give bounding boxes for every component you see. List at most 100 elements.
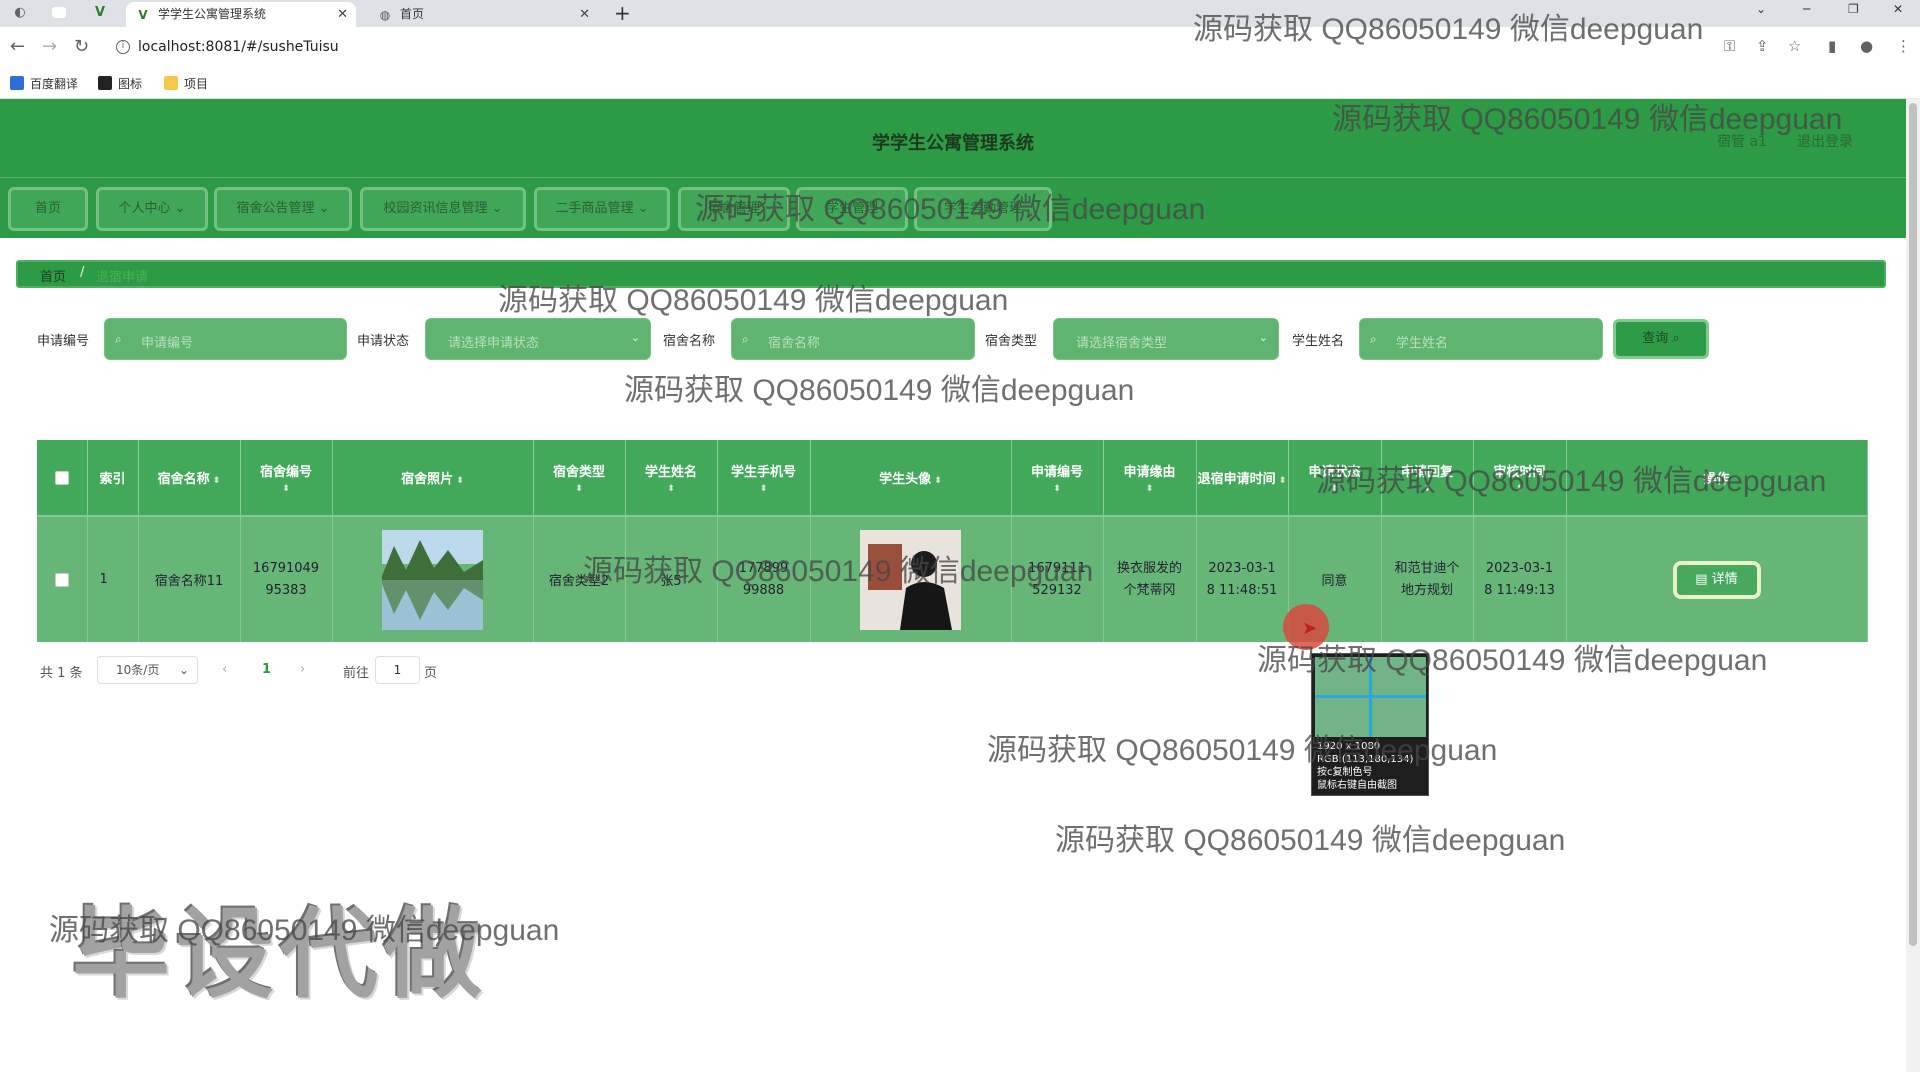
sort-icon[interactable]: ⬍ [667, 484, 675, 494]
browser-tab-active[interactable]: V 学学生公寓管理系统 ✕ [126, 2, 356, 27]
search-icon: ⌕ [1370, 332, 1377, 346]
sort-icon[interactable]: ⬍ [931, 476, 942, 486]
bookmark-baidu-translate[interactable]: 百度翻译 [10, 76, 78, 92]
chevron-down-icon: ⌄ [487, 201, 503, 216]
share-icon[interactable]: ⇪ [1756, 38, 1769, 54]
bookmark-project-folder[interactable]: 项目 [164, 76, 208, 92]
cell-index: 1 [87, 516, 139, 642]
key-icon[interactable]: ⚿ [1724, 38, 1735, 54]
search-button[interactable]: 查询 ⌕ [1613, 319, 1709, 359]
tab-close-icon[interactable]: ✕ [579, 2, 590, 27]
sort-icon[interactable]: ⬍ [1053, 484, 1061, 494]
column-header[interactable]: 宿舍名称 ⬍ [138, 440, 241, 517]
forward-arrow-icon[interactable]: → [42, 37, 57, 57]
globe-icon: ◍ [379, 8, 391, 22]
watermark-text: 源码获取 QQ86050149 微信deepguan [498, 284, 1009, 317]
menu-dorm-notice[interactable]: 宿舍公告管理 ⌄ [214, 187, 352, 231]
watermark-text: 源码获取 QQ86050149 微信deepguan [987, 734, 1498, 767]
student-name-input[interactable]: ⌕ 学生姓名 [1359, 318, 1603, 360]
column-header[interactable]: 宿舍编号 ⬍ [240, 440, 333, 517]
cell-apply-time: 2023-03-18 11:48:51 [1196, 516, 1289, 642]
goto-page-input[interactable]: 1 [375, 656, 420, 684]
translate-icon [10, 76, 24, 90]
column-header[interactable]: 学生手机号 ⬍ [717, 440, 811, 517]
sort-icon[interactable]: ⬍ [1276, 476, 1287, 486]
menu-second-hand[interactable]: 二手商品管理 ⌄ [534, 187, 670, 231]
vue-tab-icon[interactable]: V [92, 5, 108, 21]
menu-personal-center[interactable]: 个人中心 ⌄ [96, 187, 208, 231]
watermark-text: 源码获取 QQ86050149 微信deepguan [1316, 465, 1827, 498]
side-panel-icon[interactable]: ▮ [1828, 38, 1836, 54]
scrollbar-thumb[interactable] [1909, 103, 1917, 946]
cell-dorm-photo [332, 516, 534, 642]
row-select-cell [37, 516, 88, 642]
bookmark-icons[interactable]: 图标 [98, 76, 142, 92]
breadcrumb-home[interactable]: 首页 [40, 266, 66, 285]
tab-placeholder-icon[interactable] [52, 7, 66, 18]
tab-title: 学学生公寓管理系统 [158, 7, 267, 21]
more-menu-icon[interactable]: ⋮ [1896, 38, 1911, 54]
browser-tab-home[interactable]: ◍ 首页 ✕ [368, 2, 598, 27]
watermark-text: 源码获取 QQ86050149 微信deepguan [624, 374, 1135, 407]
page-number[interactable]: 1 [262, 662, 271, 677]
dorm-name-input[interactable]: ⌕ 宿舍名称 [731, 318, 975, 360]
tab-close-icon[interactable]: ✕ [337, 2, 348, 27]
vue-logo-icon: V [138, 8, 148, 22]
back-arrow-icon[interactable]: ← [10, 37, 25, 57]
column-header[interactable]: 学生姓名 ⬍ [625, 440, 718, 517]
dorm-type-select[interactable]: 请选择宿舍类型 ⌄ [1053, 318, 1279, 360]
dorm-photo-image[interactable] [382, 529, 483, 630]
url-text[interactable]: localhost:8081/#/susheTuisu [138, 39, 339, 55]
row-checkbox[interactable] [54, 572, 69, 587]
restore-button[interactable]: ❐ [1848, 2, 1859, 16]
menu-home[interactable]: 首页 [8, 187, 88, 231]
menu-campus-news[interactable]: 校园资讯信息管理 ⌄ [360, 187, 526, 231]
reload-icon[interactable]: ↻ [74, 37, 89, 57]
watermark-text: 源码获取 QQ86050149 微信deepguan [1193, 13, 1704, 46]
document-icon: ▤ [1695, 571, 1712, 587]
watermark-text: 源码获取 QQ86050149 微信deepguan [1257, 644, 1768, 677]
picker-hint-capture: 鼠标右键自由截图 [1317, 780, 1397, 791]
sort-icon[interactable]: ⬍ [575, 484, 583, 494]
column-header: 索引 [87, 440, 139, 517]
search-icon: ⌕ [1668, 331, 1680, 346]
profile-avatar-icon[interactable]: ● [1860, 38, 1873, 54]
column-header[interactable]: 申请缘由 ⬍ [1103, 440, 1197, 517]
select-all-checkbox[interactable] [54, 470, 69, 485]
next-page-icon[interactable]: › [300, 662, 305, 677]
iconfont-icon [98, 76, 112, 90]
column-header[interactable]: 宿舍类型 ⬍ [533, 440, 626, 517]
window-close-button[interactable]: ✕ [1893, 2, 1903, 16]
info-icon[interactable]: i [116, 40, 130, 54]
page-size-select[interactable]: 10条/页 ⌄ [97, 656, 198, 684]
minimize-button[interactable]: ─ [1803, 2, 1810, 16]
prev-page-icon[interactable]: ‹ [222, 662, 227, 677]
filter-label-apply-status: 申请状态 [357, 334, 410, 349]
breadcrumb-separator: / [80, 265, 85, 280]
cell-dorm-number: 1679104995383 [240, 516, 333, 642]
new-tab-button[interactable]: + [614, 1, 631, 25]
sort-icon[interactable]: ⬍ [210, 476, 221, 486]
column-header[interactable]: 宿舍照片 ⬍ [332, 440, 534, 517]
watermark-text: 源码获取 QQ86050149 微信deepguan [1055, 824, 1566, 857]
chevron-down-icon: ⌄ [633, 201, 649, 216]
detail-button[interactable]: ▤ 详情 [1672, 560, 1761, 599]
sort-icon[interactable]: ⬍ [282, 484, 290, 494]
browser-profile-icon[interactable]: ◐ [12, 5, 28, 21]
apply-status-select[interactable]: 请选择申请状态 ⌄ [425, 318, 651, 360]
column-header[interactable]: 学生头像 ⬍ [810, 440, 1012, 517]
sort-icon[interactable]: ⬍ [760, 484, 768, 494]
column-header[interactable]: 申请编号 ⬍ [1011, 440, 1104, 517]
sort-icon[interactable]: ⬍ [1146, 484, 1154, 494]
search-icon: ⌕ [115, 332, 122, 346]
filter-label-apply-number: 申请编号 [37, 334, 90, 349]
sort-icon[interactable]: ⬍ [453, 476, 464, 486]
apply-number-input[interactable]: ⌕ 申请编号 [104, 318, 347, 360]
column-header[interactable]: 退宿申请时间 ⬍ [1196, 440, 1289, 517]
cell-reply: 和范甘迪个地方规划 [1381, 516, 1474, 642]
bookmark-star-icon[interactable]: ☆ [1788, 38, 1801, 54]
watermark-text: 源码获取 QQ86050149 微信deepguan [583, 555, 1094, 588]
page-scrollbar[interactable] [1906, 99, 1920, 1072]
tab-search-icon[interactable]: ⌄ [1756, 2, 1766, 16]
watermark-text: 源码获取 QQ86050149 微信deepguan [1332, 103, 1843, 136]
